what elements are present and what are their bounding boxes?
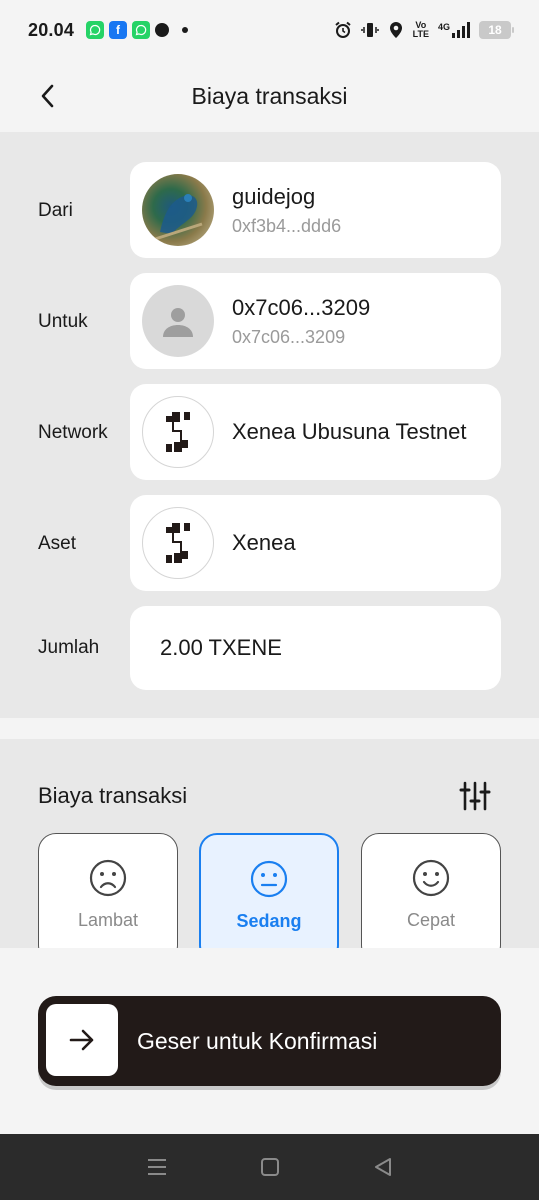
recent-apps-button[interactable] [137,1147,177,1187]
slider-knob[interactable] [46,1004,118,1076]
fee-settings-button[interactable] [456,777,494,815]
sliders-icon [459,781,491,811]
amount-card[interactable]: 2.00 TXENE [130,606,501,690]
signal-icon: 4G [438,22,470,38]
fee-option-fast[interactable]: Cepat [361,833,501,948]
to-address: 0x7c06...3209 [232,326,346,347]
alarm-icon [334,21,352,39]
confirm-area: Geser untuk Konfirmasi [0,948,539,1134]
back-button[interactable] [30,78,66,114]
status-bar: 20.04 f Vo LTE 4G 18 [0,0,539,60]
swipe-to-confirm-slider[interactable]: Geser untuk Konfirmasi [38,996,501,1086]
more-notifications-dot [182,27,189,33]
menu-icon [147,1159,166,1175]
whatsapp-icon [86,21,105,39]
from-address: 0xf3b4...ddd6 [232,215,342,236]
neutral-face-icon [250,860,288,898]
from-row: Dari guidejog 0xf3b4...ddd6 [0,162,539,258]
battery-icon: 18 [479,21,514,39]
xenea-logo-icon [142,396,214,468]
home-button[interactable] [250,1147,290,1187]
chevron-left-icon [41,84,54,108]
to-card[interactable]: 0x7c06...3209 0x7c06...3209 [130,273,501,369]
fee-option-label: Sedang [236,911,302,931]
whatsapp-icon [132,21,151,39]
asset-row: Aset Xenea [0,495,539,591]
back-nav-button[interactable] [363,1147,403,1187]
system-nav-bar [0,1134,539,1200]
location-icon [388,21,404,39]
arrow-right-icon [69,1029,94,1051]
asset-label: Aset [38,533,77,554]
xenea-logo-icon [142,507,214,579]
message-icon [155,23,170,37]
amount-value: 2.00 TXENE [160,635,282,660]
asset-card[interactable]: Xenea [130,495,501,591]
to-name: 0x7c06...3209 [232,294,371,320]
from-card[interactable]: guidejog 0xf3b4...ddd6 [130,162,501,258]
vibrate-icon [360,21,379,39]
to-label: Untuk [38,311,88,332]
network-row: Network Xenea Ubusuna Testnet [0,384,539,480]
network-card[interactable]: Xenea Ubusuna Testnet [130,384,501,480]
triangle-back-icon [374,1158,391,1176]
status-time: 20.04 [28,19,75,40]
from-label: Dari [38,200,73,221]
avatar [142,174,214,246]
network-value: Xenea Ubusuna Testnet [232,419,467,444]
volte-icon: Vo LTE [412,20,429,39]
fee-option-slow[interactable]: Lambat [38,833,178,948]
fee-option-medium[interactable]: Sedang [199,833,339,948]
confirm-label: Geser untuk Konfirmasi [137,1027,378,1054]
user-placeholder-icon [142,285,214,357]
to-row: Untuk 0x7c06...3209 0x7c06...3209 [0,273,539,369]
fee-title: Biaya transaksi [38,783,188,808]
asset-value: Xenea [232,530,296,555]
amount-row: Jumlah 2.00 TXENE [0,606,539,690]
system-icons: Vo LTE 4G 18 [334,20,514,39]
frown-face-icon [89,859,127,897]
transaction-details: Dari guidejog 0xf3b4...ddd6 Untuk 0x7c06… [0,132,539,718]
fee-option-label: Cepat [406,910,456,930]
network-type: 4G [437,22,450,32]
amount-label: Jumlah [38,637,100,658]
fee-section: Biaya transaksi Lambat Sedang Cepat [0,739,539,948]
facebook-icon: f [109,21,128,39]
app-header: Biaya transaksi [0,60,539,132]
page-title: Biaya transaksi [191,82,348,109]
network-label: Network [38,422,108,443]
notification-icons: f [86,21,189,39]
from-name: guidejog [232,183,316,209]
smile-face-icon [412,859,450,897]
square-icon [260,1158,279,1176]
fee-option-label: Lambat [77,910,139,930]
